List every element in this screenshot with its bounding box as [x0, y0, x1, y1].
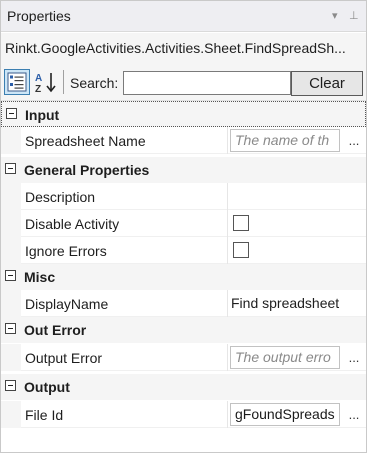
ellipsis-button[interactable]: ...: [344, 404, 364, 426]
title-bar: Properties ▾ ⊥: [1, 1, 366, 32]
property-row-output-error: Output Error The output erro ...: [1, 344, 366, 371]
output-error-input[interactable]: The output erro: [230, 346, 340, 369]
svg-text:A: A: [35, 73, 42, 84]
ellipsis-button[interactable]: ...: [344, 130, 364, 152]
disable-activity-checkbox[interactable]: [233, 215, 249, 231]
categorized-view-icon: [7, 72, 27, 92]
search-input[interactable]: [123, 71, 291, 95]
selected-object-name: Rinkt.GoogleActivities.Activities.Sheet.…: [5, 40, 346, 56]
spreadsheet-name-input[interactable]: The name of th: [230, 129, 340, 152]
property-label: DisplayName: [25, 296, 109, 312]
selected-object-row: Rinkt.GoogleActivities.Activities.Sheet.…: [1, 33, 366, 64]
property-row-display-name: DisplayName Find spreadsheet: [1, 290, 366, 317]
search-label: Search:: [70, 75, 119, 91]
category-label: Output: [24, 379, 70, 395]
collapse-icon[interactable]: [5, 380, 16, 391]
svg-text:Z: Z: [35, 84, 41, 95]
category-input[interactable]: Input: [1, 101, 366, 127]
panel-title: Properties: [7, 8, 71, 24]
category-out-error[interactable]: Out Error: [1, 317, 366, 343]
property-label: Output Error: [25, 350, 103, 366]
property-label: Ignore Errors: [25, 243, 107, 259]
file-id-input[interactable]: gFoundSpreads: [230, 403, 340, 426]
ignore-errors-checkbox[interactable]: [233, 242, 249, 258]
category-label: Out Error: [24, 322, 87, 338]
collapse-icon[interactable]: [5, 323, 16, 334]
alphabetical-sort-icon: A Z: [35, 73, 56, 95]
collapse-icon[interactable]: [5, 270, 16, 281]
clear-button[interactable]: Clear: [291, 71, 363, 96]
collapse-icon[interactable]: [5, 163, 16, 174]
toolbar-separator: [63, 70, 64, 94]
category-general-properties[interactable]: General Properties: [1, 157, 366, 183]
properties-panel: Properties ▾ ⊥ Rinkt.GoogleActivities.Ac…: [0, 0, 367, 453]
property-row-disable-activity: Disable Activity: [1, 210, 366, 237]
category-misc[interactable]: Misc: [1, 264, 366, 290]
property-grid: Input Spreadsheet Name The name of th ..…: [1, 101, 366, 452]
alphabetical-sort-button[interactable]: A Z: [33, 69, 59, 95]
dropdown-arrow-icon[interactable]: ▾: [332, 7, 338, 25]
properties-toolbar: A Z Search: Clear: [1, 64, 366, 101]
category-label: Misc: [24, 269, 56, 285]
property-row-spreadsheet-name: Spreadsheet Name The name of th ...: [1, 127, 366, 154]
property-label: Disable Activity: [25, 216, 120, 232]
pin-icon[interactable]: ⊥: [349, 7, 359, 25]
collapse-icon[interactable]: [6, 108, 17, 119]
property-row-description: Description: [1, 183, 366, 210]
property-label: Spreadsheet Name: [25, 133, 146, 149]
category-label: General Properties: [24, 162, 150, 178]
property-row-file-id: File Id gFoundSpreads ...: [1, 401, 366, 428]
category-output[interactable]: Output: [1, 374, 366, 400]
ellipsis-button[interactable]: ...: [344, 347, 364, 369]
property-label: Description: [25, 189, 96, 205]
categorized-view-button[interactable]: [4, 69, 30, 95]
category-label: Input: [25, 107, 60, 123]
property-label: File Id: [25, 407, 64, 423]
property-row-ignore-errors: Ignore Errors: [1, 237, 366, 264]
display-name-value[interactable]: Find spreadsheet: [231, 295, 363, 311]
